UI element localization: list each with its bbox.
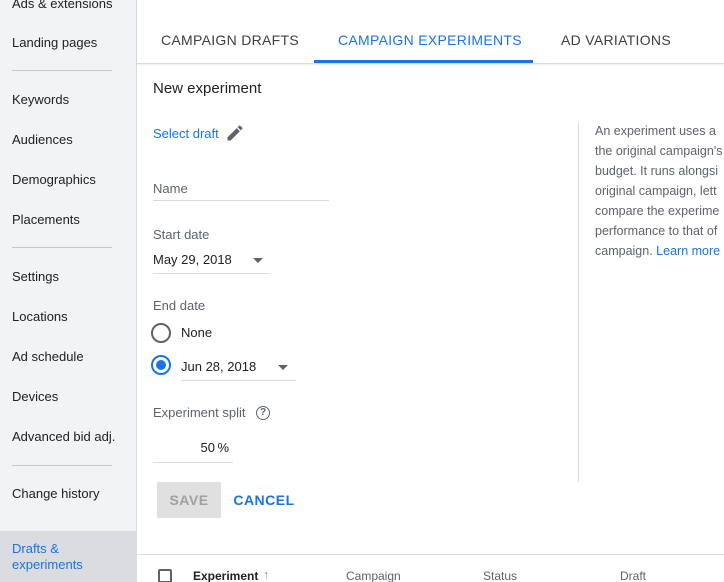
sidebar-divider [12, 247, 112, 248]
end-date-none-label: None [181, 325, 213, 340]
end-date-value: Jun 28, 2018 [181, 359, 257, 374]
select-draft-link[interactable]: Select draft [153, 126, 219, 141]
sidebar-item-keywords[interactable]: Keywords [12, 92, 69, 107]
select-all-checkbox[interactable] [158, 569, 172, 582]
vertical-divider [578, 122, 579, 482]
tab-bar: CAMPAIGN DRAFTS CAMPAIGN EXPERIMENTS AD … [137, 0, 724, 64]
sidebar-item-settings[interactable]: Settings [12, 269, 59, 284]
help-icon[interactable]: ? [256, 406, 270, 420]
column-header-draft[interactable]: Draft [620, 569, 646, 582]
column-header-experiment[interactable]: Experiment [193, 569, 258, 582]
sort-arrow-up-icon[interactable]: ↑ [263, 567, 270, 582]
start-date-value: May 29, 2018 [153, 252, 232, 267]
learn-more-link[interactable]: Learn more [656, 244, 720, 258]
sidebar-item-audiences[interactable]: Audiences [12, 132, 73, 147]
chevron-down-icon [253, 258, 263, 263]
info-text-line: the original campaign's [595, 144, 723, 158]
cancel-button[interactable]: CANCEL [229, 482, 299, 518]
sidebar-item-locations[interactable]: Locations [12, 309, 68, 324]
info-text-line: compare the experime [595, 204, 720, 218]
experiment-split-label: Experiment split [153, 405, 246, 420]
info-text-line: budget. It runs alongsi [595, 164, 718, 178]
info-text-line: original campaign, lett [595, 184, 717, 198]
info-text-last: campaign. [595, 244, 653, 258]
column-header-status[interactable]: Status [483, 569, 517, 582]
end-date-custom-radio[interactable] [151, 355, 171, 375]
save-button[interactable]: SAVE [157, 482, 221, 518]
end-date-none-radio[interactable] [151, 323, 171, 343]
info-text-line: An experiment uses a [595, 124, 716, 138]
experiments-table-header: Experiment ↑ Campaign Status Draft [137, 554, 724, 582]
name-input[interactable] [153, 176, 329, 201]
sidebar-item-landing-pages[interactable]: Landing pages [12, 35, 97, 50]
sidebar-item-drafts-experiments[interactable]: Drafts & experiments [12, 541, 122, 573]
start-date-label: Start date [153, 227, 210, 242]
split-unit: % [217, 440, 229, 455]
tab-ad-variations[interactable]: AD VARIATIONS [561, 32, 671, 48]
sidebar-divider [12, 70, 112, 71]
page-title: New experiment [153, 80, 262, 97]
sidebar-item-demographics[interactable]: Demographics [12, 172, 96, 187]
column-header-campaign[interactable]: Campaign [346, 569, 401, 582]
sidebar-item-advanced-bid-adj[interactable]: Advanced bid adj. [12, 429, 115, 444]
chevron-down-icon [278, 365, 288, 370]
end-date-dropdown[interactable]: Jun 28, 2018 [181, 357, 296, 381]
active-tab-indicator [314, 60, 533, 63]
sidebar-divider [12, 465, 112, 466]
info-text-line: campaign. Learn more [595, 241, 724, 261]
info-panel: An experiment uses a the original campai… [595, 121, 724, 266]
sidebar-item-devices[interactable]: Devices [12, 389, 58, 404]
tab-campaign-drafts[interactable]: CAMPAIGN DRAFTS [161, 32, 299, 48]
end-date-label: End date [153, 298, 206, 313]
info-text-line: performance to that of [595, 224, 718, 238]
sidebar-item-ads-extensions[interactable]: Ads & extensions [12, 0, 112, 11]
pencil-icon[interactable] [225, 123, 245, 143]
sidebar-item-change-history[interactable]: Change history [12, 486, 99, 501]
tab-campaign-experiments[interactable]: CAMPAIGN EXPERIMENTS [338, 32, 522, 48]
sidebar: Ads & extensions Landing pages Keywords … [0, 0, 137, 582]
sidebar-item-ad-schedule[interactable]: Ad schedule [12, 349, 84, 364]
split-value: 50 [200, 440, 215, 455]
start-date-dropdown[interactable]: May 29, 2018 [153, 250, 270, 274]
experiment-split-input[interactable]: 50 % [153, 436, 233, 463]
sidebar-item-placements[interactable]: Placements [12, 212, 80, 227]
